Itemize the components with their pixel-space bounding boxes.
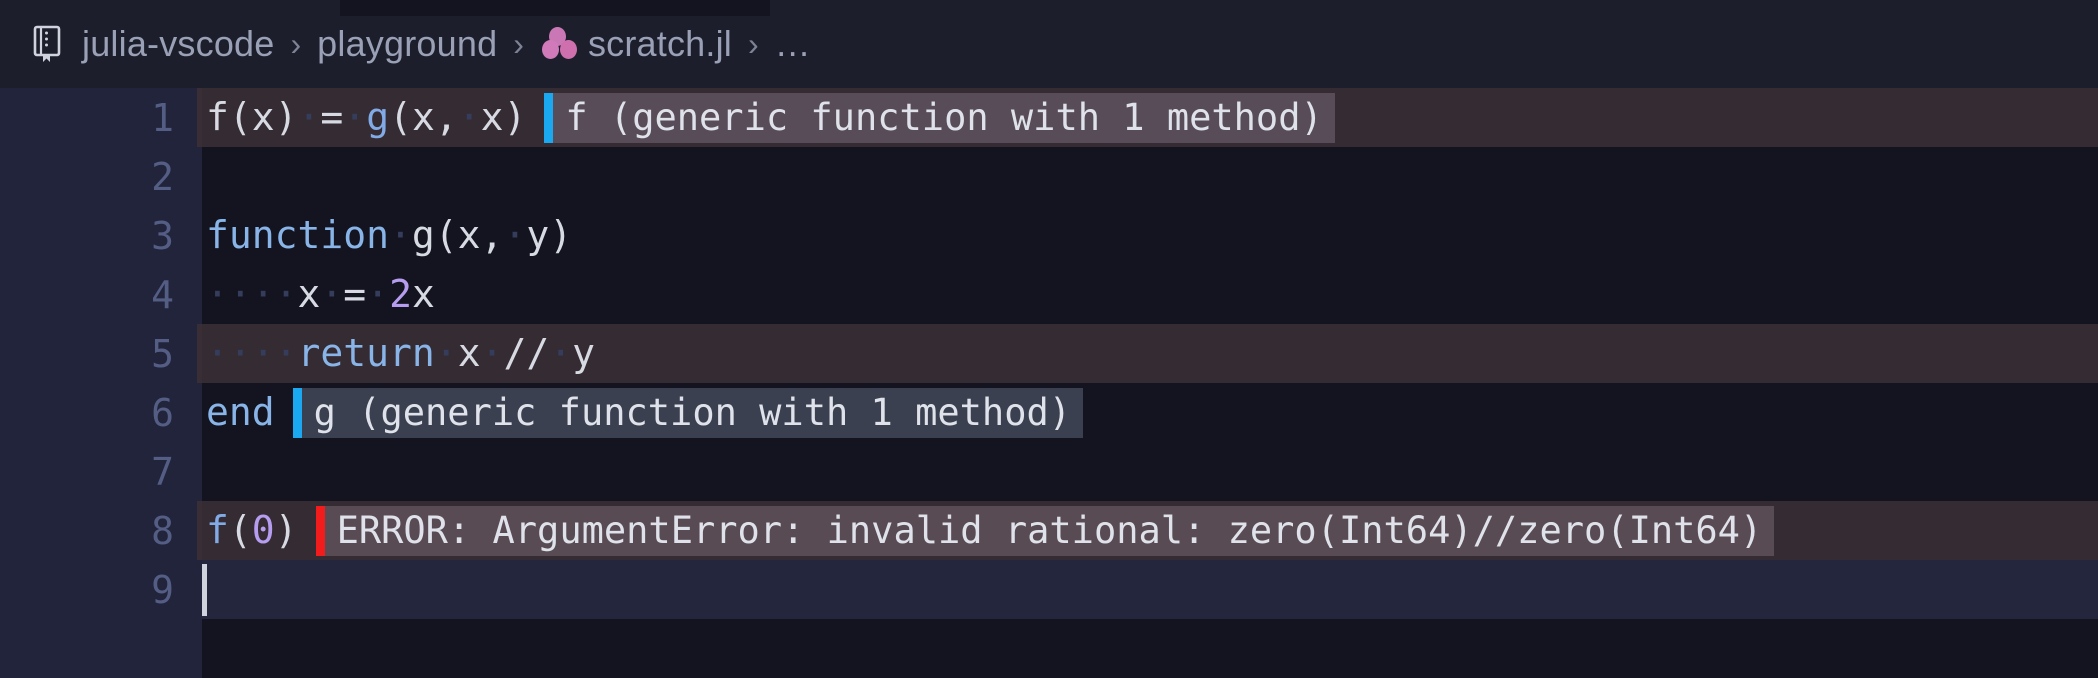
whitespace-dot: · bbox=[320, 272, 344, 316]
code-text: end bbox=[206, 383, 275, 442]
code-line-content[interactable]: function·g(x,·y) bbox=[202, 206, 2098, 265]
code-text: ····return·x·//·y bbox=[206, 324, 595, 383]
line-number: 7 bbox=[151, 449, 174, 494]
editor-tab-strip-stub bbox=[340, 0, 770, 16]
whitespace-dot: · bbox=[343, 95, 367, 139]
code-token: end bbox=[206, 390, 275, 434]
code-token: ) bbox=[274, 508, 298, 552]
line-number: 5 bbox=[151, 331, 174, 376]
code-token: ( bbox=[228, 508, 252, 552]
notebook-icon bbox=[30, 24, 64, 64]
julia-dots-icon bbox=[541, 26, 582, 62]
code-line[interactable]: 3 function·g(x,·y) bbox=[0, 206, 2098, 265]
code-line[interactable]: 8 f(0) ERROR: ArgumentError: invalid ratio… bbox=[0, 501, 2098, 560]
code-token: 0 bbox=[251, 508, 275, 552]
code-token: // bbox=[503, 331, 550, 375]
code-line[interactable]: 2 bbox=[0, 147, 2098, 206]
breadcrumb-item-file[interactable]: scratch.jl bbox=[588, 23, 732, 65]
inline-result-text[interactable]: f (generic function with 1 method) bbox=[553, 92, 1335, 143]
code-token: = bbox=[320, 95, 344, 139]
code-token: (x, bbox=[389, 95, 458, 139]
result-indicator-bar bbox=[544, 92, 554, 143]
line-number: 4 bbox=[151, 272, 174, 317]
code-token: y bbox=[572, 331, 596, 375]
whitespace-dot: · bbox=[366, 272, 390, 316]
whitespace-dot: · bbox=[389, 213, 412, 257]
whitespace-dot: · bbox=[480, 331, 504, 375]
code-token: g bbox=[366, 95, 390, 139]
code-editor[interactable]: 1 f(x)·=·g(x,·x) f (generic function with … bbox=[0, 88, 2098, 678]
inline-error-result[interactable]: ERROR: ArgumentError: invalid rational: … bbox=[315, 505, 1775, 556]
whitespace-dot: ···· bbox=[206, 272, 298, 316]
vscode-editor-window: julia-vscode › playground › scratch.jl ›… bbox=[0, 0, 2098, 678]
code-line[interactable]: 7 bbox=[0, 442, 2098, 501]
code-line-content[interactable]: end g (generic function with 1 method) bbox=[202, 383, 2098, 442]
text-cursor bbox=[202, 564, 207, 616]
code-line[interactable]: 1 f(x)·=·g(x,·x) f (generic function with … bbox=[0, 88, 2098, 147]
code-token: f bbox=[206, 508, 229, 552]
code-line-content[interactable]: f(0) ERROR: ArgumentError: invalid ration… bbox=[202, 501, 2098, 560]
code-line-content[interactable]: ····x·=·2x bbox=[202, 265, 2098, 324]
breadcrumb-separator-icon: › bbox=[513, 25, 524, 62]
code-text: function·g(x,·y) bbox=[206, 206, 572, 265]
breadcrumb-separator-icon: › bbox=[290, 25, 302, 62]
code-token: = bbox=[343, 272, 367, 316]
code-line-content[interactable]: f(x)·=·g(x,·x) f (generic function with 1… bbox=[202, 88, 2098, 147]
code-line[interactable]: 5 ····return·x·//·y bbox=[0, 324, 2098, 383]
whitespace-dot: · bbox=[297, 95, 321, 139]
breadcrumb-item-folder-2[interactable]: playground bbox=[317, 23, 497, 65]
code-token: y) bbox=[526, 213, 573, 257]
line-number: 2 bbox=[151, 154, 174, 199]
inline-result-text[interactable]: ERROR: ArgumentError: invalid rational: … bbox=[324, 505, 1775, 556]
code-token: function bbox=[206, 213, 390, 257]
line-number: 3 bbox=[151, 213, 174, 258]
code-token: x bbox=[297, 272, 321, 316]
breadcrumb-item-overflow[interactable]: … bbox=[775, 23, 811, 65]
code-token: f(x) bbox=[206, 95, 298, 139]
code-line-content[interactable] bbox=[202, 442, 2098, 501]
code-token: x bbox=[457, 331, 481, 375]
error-indicator-bar bbox=[315, 505, 325, 556]
line-number: 9 bbox=[151, 567, 174, 612]
code-token: g(x, bbox=[411, 213, 504, 257]
code-text: f(0) bbox=[206, 501, 298, 560]
line-number: 8 bbox=[151, 508, 174, 553]
code-token: x bbox=[411, 272, 435, 316]
code-token: 2 bbox=[389, 272, 412, 316]
code-token: x) bbox=[480, 95, 527, 139]
whitespace-dot: · bbox=[503, 213, 527, 257]
whitespace-dot: · bbox=[434, 331, 458, 375]
inline-eval-result[interactable]: g (generic function with 1 method) bbox=[292, 387, 1084, 438]
breadcrumb-separator-icon: › bbox=[747, 25, 759, 62]
result-indicator-bar bbox=[292, 387, 302, 438]
whitespace-dot: · bbox=[457, 95, 481, 139]
inline-eval-result[interactable]: f (generic function with 1 method) bbox=[544, 92, 1335, 143]
line-number: 6 bbox=[151, 390, 174, 435]
code-text: ····x·=·2x bbox=[206, 265, 435, 324]
inline-result-text[interactable]: g (generic function with 1 method) bbox=[301, 387, 1084, 438]
code-line-content[interactable] bbox=[202, 147, 2098, 206]
code-line-content[interactable]: ····return·x·//·y bbox=[202, 324, 2098, 383]
line-number: 1 bbox=[151, 95, 174, 140]
code-line[interactable]: 9 bbox=[0, 560, 2098, 619]
whitespace-dot: ···· bbox=[206, 331, 298, 375]
code-line-content[interactable] bbox=[202, 560, 2098, 619]
code-token: return bbox=[297, 331, 435, 375]
code-line[interactable]: 4 ····x·=·2x bbox=[0, 265, 2098, 324]
breadcrumb-bar: julia-vscode › playground › scratch.jl ›… bbox=[0, 0, 2098, 88]
whitespace-dot: · bbox=[549, 331, 573, 375]
code-line[interactable]: 6 end g (generic function with 1 method) bbox=[0, 383, 2098, 442]
breadcrumb-item-folder-1[interactable]: julia-vscode bbox=[82, 23, 275, 65]
code-text: f(x)·=·g(x,·x) bbox=[206, 88, 526, 147]
